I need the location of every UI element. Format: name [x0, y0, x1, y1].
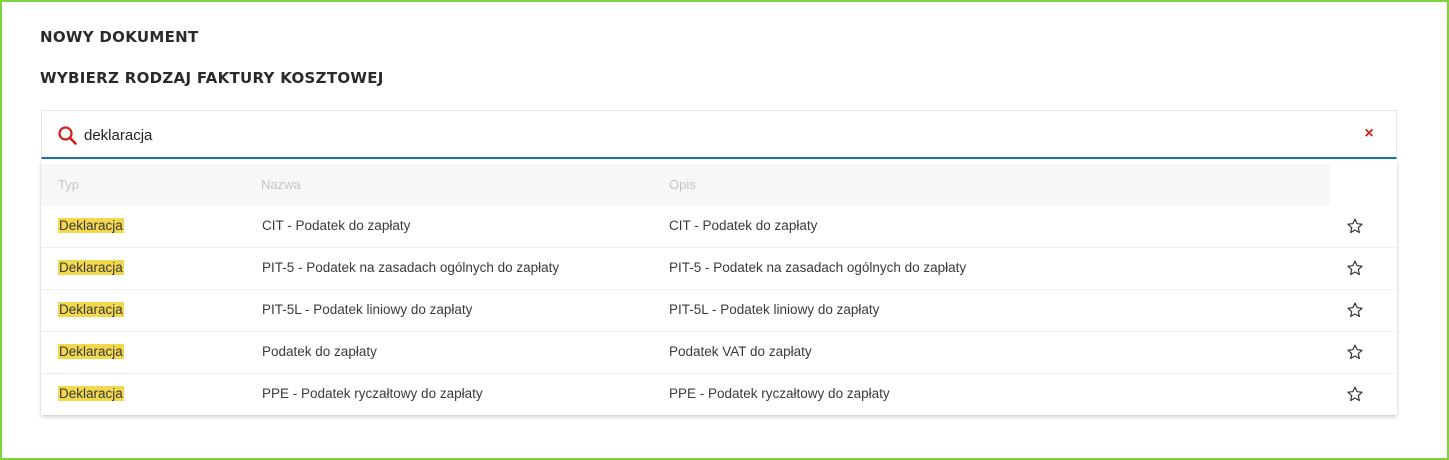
- row-name-cell: PIT-5L - Podatek liniowy do zapłaty: [262, 302, 473, 317]
- table-row[interactable]: Deklaracja PPE - Podatek ryczałtowy do za…: [41, 374, 1397, 416]
- row-name-cell: PIT-5 - Podatek na zasadach ogólnych do …: [262, 260, 560, 275]
- row-type-cell: Deklaracja: [58, 386, 124, 401]
- results-dropdown: Typ Nazwa Opis Deklaracja CIT - Podatek d…: [41, 160, 1397, 415]
- column-header-name: Nazwa: [261, 177, 301, 192]
- close-icon[interactable]: ×: [1360, 125, 1378, 143]
- table-row[interactable]: Deklaracja CIT - Podatek do zapłaty CIT - …: [41, 206, 1397, 248]
- page-subtitle: WYBIERZ RODZAJ FAKTURY KOSZTOWEJ: [40, 69, 384, 87]
- table-row[interactable]: Deklaracja Podatek do zapłaty Podatek VAT …: [41, 332, 1397, 374]
- row-name-cell: CIT - Podatek do zapłaty: [262, 218, 411, 233]
- page-frame: NOWY DOKUMENT WYBIERZ RODZAJ FAKTURY KOS…: [0, 0, 1449, 460]
- row-description-cell: PIT-5 - Podatek na zasadach ogólnych do …: [669, 260, 967, 275]
- star-outline-icon[interactable]: [1346, 217, 1364, 235]
- search-match-highlight: Deklaracja: [58, 302, 124, 317]
- star-outline-icon[interactable]: [1346, 259, 1364, 277]
- search-match-highlight: Deklaracja: [58, 260, 124, 275]
- row-description-cell: Podatek VAT do zapłaty: [669, 344, 812, 359]
- star-outline-icon[interactable]: [1346, 301, 1364, 319]
- table-header: Typ Nazwa Opis: [41, 164, 1330, 206]
- row-name-cell: Podatek do zapłaty: [262, 344, 377, 359]
- search-match-highlight: Deklaracja: [58, 344, 124, 359]
- search-input[interactable]: [84, 122, 1344, 148]
- search-icon: [58, 126, 77, 145]
- row-description-cell: CIT - Podatek do zapłaty: [669, 218, 818, 233]
- row-type-cell: Deklaracja: [58, 260, 124, 275]
- search-match-highlight: Deklaracja: [58, 386, 124, 401]
- row-description-cell: PPE - Podatek ryczałtowy do zapłaty: [669, 386, 890, 401]
- table-row[interactable]: Deklaracja PIT-5 - Podatek na zasadach og…: [41, 248, 1397, 290]
- star-outline-icon[interactable]: [1346, 343, 1364, 361]
- search-box: ×: [41, 110, 1397, 159]
- table-row[interactable]: Deklaracja PIT-5L - Podatek liniowy do za…: [41, 290, 1397, 332]
- column-header-type: Typ: [58, 177, 79, 192]
- row-type-cell: Deklaracja: [58, 344, 124, 359]
- column-header-description: Opis: [669, 177, 696, 192]
- row-type-cell: Deklaracja: [58, 302, 124, 317]
- row-name-cell: PPE - Podatek ryczałtowy do zapłaty: [262, 386, 483, 401]
- star-outline-icon[interactable]: [1346, 385, 1364, 403]
- search-match-highlight: Deklaracja: [58, 218, 124, 233]
- page-title: NOWY DOKUMENT: [40, 28, 199, 46]
- row-type-cell: Deklaracja: [58, 218, 124, 233]
- row-description-cell: PIT-5L - Podatek liniowy do zapłaty: [669, 302, 880, 317]
